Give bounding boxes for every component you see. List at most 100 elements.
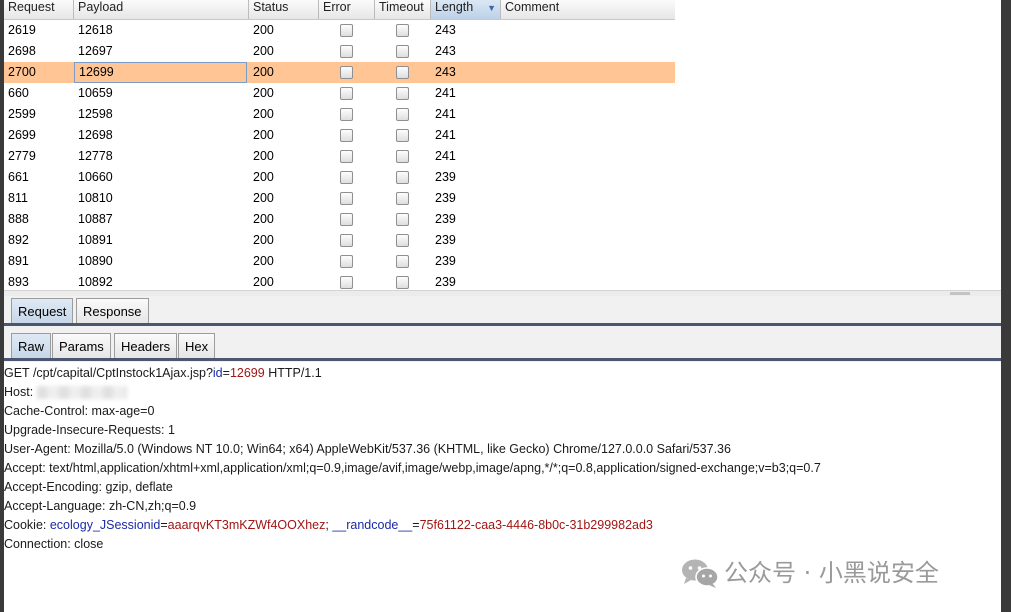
cell-request: 2779 — [8, 149, 36, 163]
cell-length: 243 — [435, 65, 456, 79]
cell-status: 200 — [253, 44, 274, 58]
cell-status: 200 — [253, 23, 274, 37]
column-header-timeout[interactable]: Timeout — [375, 0, 431, 19]
cell-payload: 12618 — [78, 23, 113, 37]
table-row[interactable]: 892 10891 200 239 — [4, 230, 675, 251]
cell-payload: 10890 — [78, 254, 113, 268]
cache-control-header: Cache-Control: max-age=0 — [4, 404, 155, 418]
error-checkbox[interactable] — [340, 234, 353, 247]
timeout-checkbox[interactable] — [396, 213, 409, 226]
cell-payload: 10659 — [78, 86, 113, 100]
error-checkbox[interactable] — [340, 45, 353, 58]
table-row[interactable]: 2779 12778 200 241 — [4, 146, 675, 167]
table-row[interactable]: 2698 12697 200 243 — [4, 41, 675, 62]
timeout-checkbox[interactable] — [396, 234, 409, 247]
cell-length: 243 — [435, 44, 456, 58]
cookie-name: ecology_JSessionid — [49, 518, 161, 532]
table-row[interactable]: 891 10890 200 239 — [4, 251, 675, 272]
cell-request: 2698 — [8, 44, 36, 58]
column-header-request[interactable]: Request — [4, 0, 74, 19]
error-checkbox[interactable] — [340, 150, 353, 163]
cell-payload: 10660 — [78, 170, 113, 184]
cell-length: 239 — [435, 254, 456, 268]
tab-bar-underline — [4, 358, 1001, 361]
query-param-value: 12699 — [229, 366, 265, 380]
window-right-border — [1001, 0, 1011, 612]
table-row[interactable]: 811 10810 200 239 — [4, 188, 675, 209]
host-header: Host: — [4, 383, 127, 402]
cookie-value: 75f61122-caa3-4446-8b0c-31b299982ad3 — [419, 518, 653, 532]
results-empty-area — [675, 0, 1001, 290]
tab-headers[interactable]: Headers — [114, 333, 178, 359]
error-checkbox[interactable] — [340, 255, 353, 268]
error-checkbox[interactable] — [340, 108, 353, 121]
user-agent-header: User-Agent: Mozilla/5.0 (Windows NT 10.0… — [4, 442, 731, 456]
sort-descending-icon: ▼ — [487, 3, 496, 13]
column-header-payload[interactable]: Payload — [74, 0, 249, 19]
error-checkbox[interactable] — [340, 276, 353, 289]
timeout-checkbox[interactable] — [396, 45, 409, 58]
timeout-checkbox[interactable] — [396, 255, 409, 268]
cookie-label: Cookie: — [4, 518, 50, 532]
error-checkbox[interactable] — [340, 129, 353, 142]
tab-response[interactable]: Response — [76, 298, 149, 324]
cell-status: 200 — [253, 233, 274, 247]
accept-language-header: Accept-Language: zh-CN,zh;q=0.9 — [4, 499, 197, 513]
cell-payload: 10891 — [78, 233, 113, 247]
table-row[interactable]: 888 10887 200 239 — [4, 209, 675, 230]
cell-status: 200 — [253, 86, 274, 100]
cell-payload: 12697 — [78, 44, 113, 58]
table-row[interactable]: 660 10659 200 241 — [4, 83, 675, 104]
timeout-checkbox[interactable] — [396, 108, 409, 121]
column-header-status[interactable]: Status — [249, 0, 319, 19]
host-label: Host: — [4, 385, 37, 399]
cell-payload: 10892 — [78, 275, 113, 289]
cell-request: 2699 — [8, 128, 36, 142]
cell-length: 241 — [435, 149, 456, 163]
column-header-length-label: Length — [435, 0, 474, 14]
results-table-panel: Request Payload Status Error Timeout Len… — [4, 0, 1001, 290]
table-row[interactable]: 2619 12618 200 243 — [4, 20, 675, 41]
error-checkbox[interactable] — [340, 24, 353, 37]
cell-payload: 12598 — [78, 107, 113, 121]
table-row[interactable]: 2699 12698 200 241 — [4, 125, 675, 146]
cookie-name: __randcode__ — [332, 518, 413, 532]
timeout-checkbox[interactable] — [396, 276, 409, 289]
cell-length: 239 — [435, 170, 456, 184]
cell-payload: 10887 — [78, 212, 113, 226]
table-row[interactable]: 893 10892 200 239 — [4, 272, 675, 290]
timeout-checkbox[interactable] — [396, 192, 409, 205]
table-row[interactable]: 2599 12598 200 241 — [4, 104, 675, 125]
timeout-checkbox[interactable] — [396, 129, 409, 142]
request-path: GET /cpt/capital/CptInstock1Ajax.jsp? — [4, 366, 213, 380]
cell-length: 239 — [435, 212, 456, 226]
connection-header: Connection: close — [4, 537, 104, 551]
cell-length: 239 — [435, 233, 456, 247]
error-checkbox[interactable] — [340, 192, 353, 205]
timeout-checkbox[interactable] — [396, 150, 409, 163]
timeout-checkbox[interactable] — [396, 66, 409, 79]
error-checkbox[interactable] — [340, 213, 353, 226]
timeout-checkbox[interactable] — [396, 87, 409, 100]
error-checkbox[interactable] — [340, 171, 353, 184]
column-header-comment[interactable]: Comment — [501, 0, 675, 19]
table-row[interactable]: 661 10660 200 239 — [4, 167, 675, 188]
tab-hex[interactable]: Hex — [178, 333, 216, 359]
error-checkbox[interactable] — [340, 87, 353, 100]
column-header-error[interactable]: Error — [319, 0, 375, 19]
error-checkbox[interactable] — [340, 66, 353, 79]
table-header: Request Payload Status Error Timeout Len… — [4, 0, 675, 20]
table-row[interactable]: 2700 12699 200 243 — [4, 62, 675, 83]
cell-request: 893 — [8, 275, 29, 289]
tab-raw[interactable]: Raw — [11, 333, 52, 359]
cell-request: 891 — [8, 254, 29, 268]
cell-length: 241 — [435, 107, 456, 121]
tab-params[interactable]: Params — [52, 333, 111, 359]
timeout-checkbox[interactable] — [396, 24, 409, 37]
query-param-name: id — [212, 366, 223, 380]
cell-request: 660 — [8, 86, 29, 100]
tab-request[interactable]: Request — [11, 298, 74, 324]
request-line: GET /cpt/capital/CptInstock1Ajax.jsp?id=… — [4, 364, 322, 383]
timeout-checkbox[interactable] — [396, 171, 409, 184]
column-header-length[interactable]: Length ▼ — [431, 0, 501, 19]
